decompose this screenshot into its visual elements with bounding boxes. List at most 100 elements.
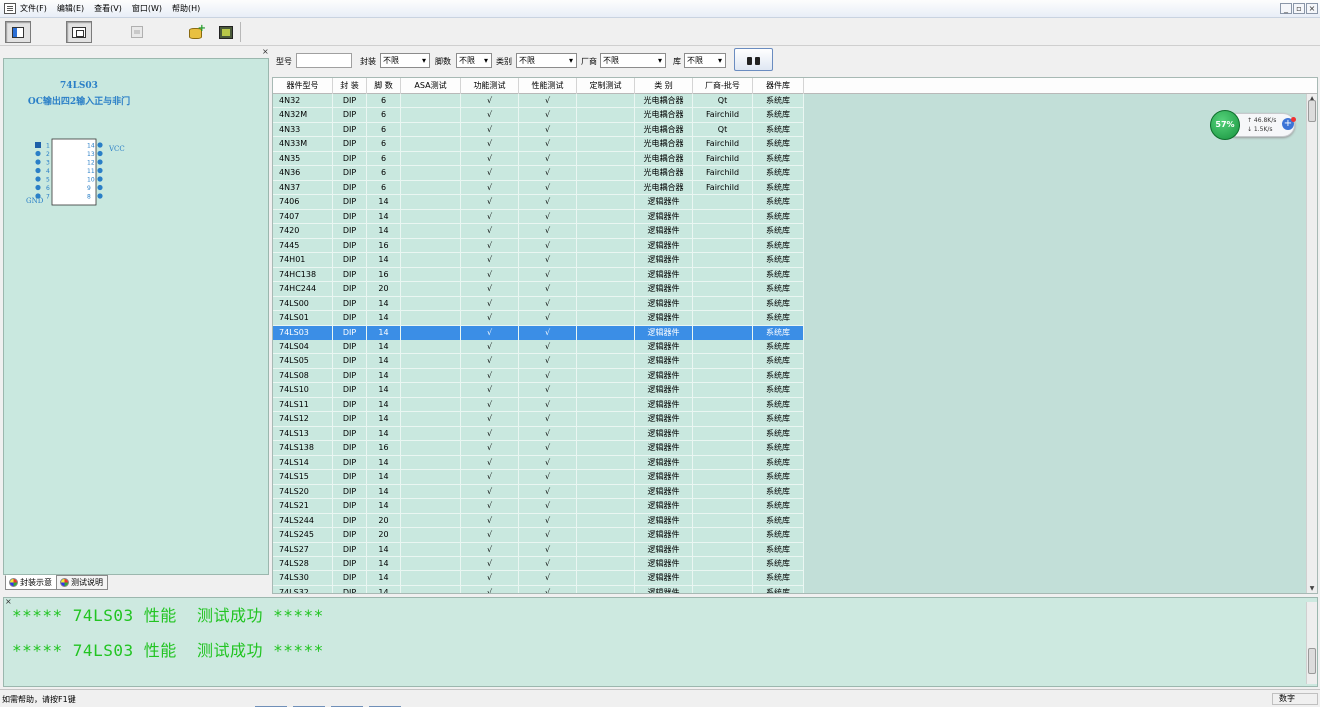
- header-col-perf[interactable]: 性能测试: [519, 78, 577, 94]
- header-col-category[interactable]: 类 别: [635, 78, 693, 94]
- app-icon[interactable]: [4, 3, 16, 14]
- table-row[interactable]: 74LS20 DIP 14 √ √ 逻辑器件 系统库: [273, 484, 1307, 500]
- menu-window[interactable]: 窗口(W): [132, 3, 162, 15]
- table-row[interactable]: 7407 DIP 14 √ √ 逻辑器件 系统库: [273, 209, 1307, 225]
- network-speed-widget[interactable]: 57% ↑ 46.8K/s ↓ 1.5K/s +: [1210, 110, 1296, 140]
- table-row[interactable]: 74LS138 DIP 16 √ √ 逻辑器件 系统库: [273, 441, 1307, 456]
- table-row[interactable]: 4N35 DIP 6 √ √ 光电耦合器 Fairchild 系统库: [273, 151, 1307, 167]
- add-device-button[interactable]: [184, 21, 210, 43]
- tab-test-notes[interactable]: 测试说明: [56, 575, 108, 590]
- table-row[interactable]: 74LS10 DIP 14 √ √ 逻辑器件 系统库: [273, 383, 1307, 398]
- header-col-model[interactable]: 器件型号: [273, 78, 333, 94]
- model-input[interactable]: [296, 53, 352, 68]
- header-col-pins[interactable]: 脚 数: [367, 78, 401, 94]
- cell-col-pins: 14: [367, 585, 401, 593]
- cell-col-library: 系统库: [753, 484, 804, 500]
- cell-col-category: 逻辑器件: [635, 253, 693, 268]
- restore-button[interactable]: ▫: [1293, 3, 1305, 14]
- table-row[interactable]: 74LS32 DIP 14 √ √ 逻辑器件 系统库: [273, 585, 1307, 593]
- library-select[interactable]: 不限: [684, 53, 726, 68]
- table-row[interactable]: 4N36 DIP 6 √ √ 光电耦合器 Fairchild 系统库: [273, 166, 1307, 181]
- scroll-down-icon[interactable]: ▼: [1307, 584, 1317, 593]
- header-col-library[interactable]: 器件库: [753, 78, 804, 94]
- table-row[interactable]: 74LS13 DIP 14 √ √ 逻辑器件 系统库: [273, 426, 1307, 442]
- print-button[interactable]: [124, 21, 150, 43]
- menu-file[interactable]: 文件(F): [20, 3, 47, 15]
- output-scrollbar[interactable]: [1306, 602, 1317, 684]
- table-row[interactable]: 74LS15 DIP 14 √ √ 逻辑器件 系统库: [273, 470, 1307, 485]
- output-close-icon[interactable]: ×: [5, 597, 12, 606]
- table-row[interactable]: 4N37 DIP 6 √ √ 光电耦合器 Fairchild 系统库: [273, 180, 1307, 196]
- table-row[interactable]: 7406 DIP 14 √ √ 逻辑器件 系统库: [273, 195, 1307, 210]
- menu-help[interactable]: 帮助(H): [172, 3, 200, 15]
- header-col-vendor[interactable]: 厂商-批号: [693, 78, 753, 94]
- monitor-button[interactable]: [66, 21, 92, 43]
- table-row[interactable]: 4N33M DIP 6 √ √ 光电耦合器 Fairchild 系统库: [273, 137, 1307, 152]
- menu-edit[interactable]: 编辑(E): [57, 3, 84, 15]
- table-row[interactable]: 74HC138 DIP 16 √ √ 逻辑器件 系统库: [273, 267, 1307, 283]
- toggle-panel-button[interactable]: [5, 21, 31, 43]
- library-label: 库: [673, 57, 681, 66]
- cell-col-asa: [401, 238, 461, 254]
- cell-col-library: 系统库: [753, 426, 804, 442]
- cell-col-perf: √: [519, 528, 577, 543]
- table-row[interactable]: 7420 DIP 14 √ √ 逻辑器件 系统库: [273, 224, 1307, 239]
- table-row[interactable]: 74LS28 DIP 14 √ √ 逻辑器件 系统库: [273, 557, 1307, 572]
- table-row[interactable]: 74LS12 DIP 14 √ √ 逻辑器件 系统库: [273, 412, 1307, 427]
- header-col-asa[interactable]: ASA测试: [401, 78, 461, 94]
- grid-scrollbar[interactable]: ▲ ▼: [1306, 94, 1317, 593]
- category-select[interactable]: 不限: [516, 53, 577, 68]
- header-col-func[interactable]: 功能测试: [461, 78, 519, 94]
- header-col-package[interactable]: 封 装: [333, 78, 367, 94]
- scroll-thumb[interactable]: [1308, 100, 1316, 122]
- row-filler: [804, 441, 1307, 456]
- cell-col-func: √: [461, 368, 519, 384]
- cell-col-custom: [577, 253, 635, 268]
- table-row[interactable]: 74LS27 DIP 14 √ √ 逻辑器件 系统库: [273, 542, 1307, 557]
- cell-col-package: DIP: [333, 311, 367, 326]
- table-row[interactable]: 74LS14 DIP 14 √ √ 逻辑器件 系统库: [273, 455, 1307, 471]
- table-row[interactable]: 74LS244 DIP 20 √ √ 逻辑器件 系统库: [273, 513, 1307, 529]
- table-row[interactable]: 74LS08 DIP 14 √ √ 逻辑器件 系统库: [273, 368, 1307, 384]
- table-row[interactable]: 74LS11 DIP 14 √ √ 逻辑器件 系统库: [273, 397, 1307, 413]
- cell-col-category: 光电耦合器: [635, 180, 693, 196]
- cell-col-func: √: [461, 354, 519, 369]
- vendor-select[interactable]: 不限: [600, 53, 666, 68]
- table-row[interactable]: 74H01 DIP 14 √ √ 逻辑器件 系统库: [273, 253, 1307, 268]
- cell-col-vendor: [693, 397, 753, 413]
- table-row[interactable]: 74LS30 DIP 14 √ √ 逻辑器件 系统库: [273, 571, 1307, 586]
- header-col-custom[interactable]: 定制测试: [577, 78, 635, 94]
- cell-col-library: 系统库: [753, 383, 804, 398]
- table-row[interactable]: 74LS21 DIP 14 √ √ 逻辑器件 系统库: [273, 499, 1307, 514]
- menu-view[interactable]: 查看(V): [94, 3, 122, 15]
- close-button[interactable]: ×: [1306, 3, 1318, 14]
- cell-col-vendor: [693, 195, 753, 210]
- cell-col-model: 74LS30: [273, 571, 333, 586]
- chip-library-button[interactable]: [213, 21, 239, 43]
- package-select[interactable]: 不限: [380, 53, 430, 68]
- table-row[interactable]: 74LS03 DIP 14 √ √ 逻辑器件 系统库: [273, 325, 1307, 340]
- table-row[interactable]: 74LS00 DIP 14 √ √ 逻辑器件 系统库: [273, 296, 1307, 312]
- pins-select[interactable]: 不限: [456, 53, 492, 68]
- table-row[interactable]: 74LS01 DIP 14 √ √ 逻辑器件 系统库: [273, 311, 1307, 326]
- table-row[interactable]: 74LS05 DIP 14 √ √ 逻辑器件 系统库: [273, 354, 1307, 369]
- table-row[interactable]: 7445 DIP 16 √ √ 逻辑器件 系统库: [273, 238, 1307, 254]
- printer-icon: [131, 26, 143, 38]
- table-row[interactable]: 4N33 DIP 6 √ √ 光电耦合器 Qt 系统库: [273, 122, 1307, 138]
- table-row[interactable]: 74LS245 DIP 20 √ √ 逻辑器件 系统库: [273, 528, 1307, 543]
- search-button[interactable]: [734, 48, 773, 71]
- output-line: ***** 74LS03 性能 测试成功 *****: [12, 641, 324, 660]
- table-row[interactable]: 74LS04 DIP 14 √ √ 逻辑器件 系统库: [273, 339, 1307, 355]
- cell-col-perf: √: [519, 557, 577, 572]
- cell-col-model: 4N37: [273, 180, 333, 196]
- minimize-button[interactable]: _: [1280, 3, 1292, 14]
- cell-col-func: √: [461, 339, 519, 355]
- table-row[interactable]: 4N32M DIP 6 √ √ 光电耦合器 Fairchild 系统库: [273, 108, 1307, 123]
- panel-close-icon[interactable]: ×: [262, 47, 269, 56]
- output-scroll-thumb[interactable]: [1308, 648, 1316, 674]
- tab-package[interactable]: 封装示意: [5, 575, 57, 590]
- cell-col-category: 光电耦合器: [635, 151, 693, 167]
- upload-speed: ↑ 46.8K/s: [1247, 117, 1277, 124]
- table-row[interactable]: 4N32 DIP 6 √ √ 光电耦合器 Qt 系统库: [273, 94, 1307, 109]
- table-row[interactable]: 74HC244 DIP 20 √ √ 逻辑器件 系统库: [273, 282, 1307, 297]
